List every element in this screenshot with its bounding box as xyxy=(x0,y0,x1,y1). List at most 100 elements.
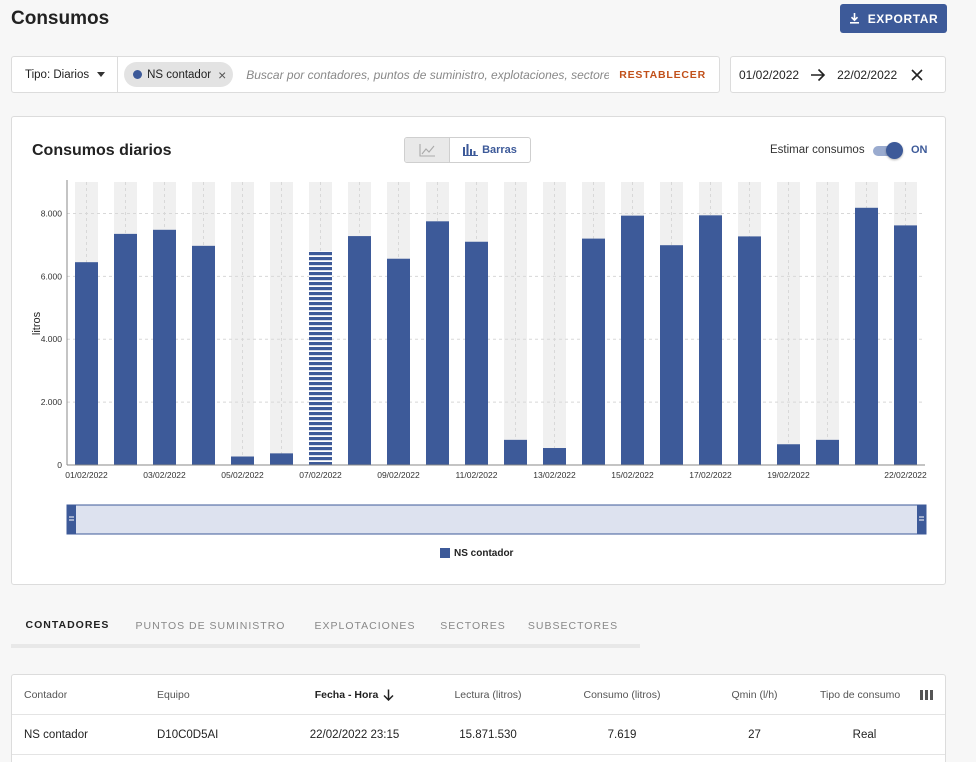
legend-swatch xyxy=(440,548,450,558)
header-fecha-hora-label: Fecha - Hora xyxy=(314,688,379,701)
cell-qmin: 27 xyxy=(748,728,761,741)
bar[interactable] xyxy=(153,229,176,465)
reset-button[interactable]: RESTABLECER xyxy=(609,69,719,81)
arrow-down-icon xyxy=(383,689,394,701)
columns-icon[interactable] xyxy=(920,690,933,700)
arrow-right-icon xyxy=(811,68,826,81)
x-tick-label: 01/02/2022 xyxy=(65,470,108,480)
search-input[interactable] xyxy=(246,67,610,82)
bar[interactable] xyxy=(231,456,254,465)
chart-card: 0 2.000 4.000 6.000 8.000 01/02/2022 03/02/202… xyxy=(11,116,946,585)
line-view-button[interactable] xyxy=(405,138,450,162)
x-tick-label: 07/02/2022 xyxy=(299,470,342,480)
x-tick-label: 13/02/2022 xyxy=(533,470,576,480)
x-tick-label: 11/02/2022 xyxy=(456,470,498,480)
bar[interactable] xyxy=(387,258,410,465)
filter-chip[interactable]: NS contador × xyxy=(124,62,234,87)
cell-fecha-hora: 22/02/2022 23:15 xyxy=(309,728,400,741)
tab-puntos-de-suministro[interactable]: PUNTOS DE SUMINISTRO xyxy=(124,606,297,646)
bar[interactable] xyxy=(894,225,917,465)
bar[interactable] xyxy=(426,221,449,465)
toggle-knob xyxy=(886,142,903,159)
estimate-toggle[interactable] xyxy=(873,142,903,159)
tab-contadores[interactable]: CONTADORES xyxy=(11,606,124,646)
tab-subsectores[interactable]: SUBSECTORES xyxy=(513,606,633,646)
x-tick-label: 22/02/2022 xyxy=(884,470,927,480)
clear-dates-icon[interactable] xyxy=(911,68,923,81)
page: Consumos EXPORTAR Tipo: Diarios NS conta… xyxy=(0,0,976,762)
bar[interactable] xyxy=(114,233,137,465)
export-button[interactable]: EXPORTAR xyxy=(840,4,947,33)
series-dot-icon xyxy=(133,70,143,79)
y-tick-label: 8.000 xyxy=(41,208,63,218)
data-table: Contador Equipo Fecha - Hora Lectura (li… xyxy=(11,674,946,762)
bar[interactable] xyxy=(504,439,527,465)
filter-bar: Tipo: Diarios NS contador × RESTABLECER xyxy=(11,56,720,93)
bar[interactable] xyxy=(738,236,761,465)
x-tick-label: 03/02/2022 xyxy=(143,470,186,480)
caret-down-icon xyxy=(97,72,106,77)
bar[interactable] xyxy=(660,245,683,465)
type-select[interactable]: Tipo: Diarios xyxy=(12,57,119,92)
date-range: 01/02/2022 22/02/2022 xyxy=(730,56,946,93)
bar-chart-icon xyxy=(463,144,479,156)
bar[interactable] xyxy=(582,238,605,465)
type-select-label: Tipo: Diarios xyxy=(25,68,90,81)
y-axis-label: litros xyxy=(31,311,43,335)
bars-view-label: Barras xyxy=(482,144,517,156)
filter-chip-label: NS contador xyxy=(147,68,212,81)
bar[interactable] xyxy=(465,241,488,465)
header-lectura[interactable]: Lectura (litros) xyxy=(432,689,544,701)
header-consumo[interactable]: Consumo (litros) xyxy=(567,689,677,701)
estimate-state: ON xyxy=(911,144,928,156)
y-tick-label: 2.000 xyxy=(41,397,63,407)
bar[interactable] xyxy=(75,262,98,465)
close-icon[interactable]: × xyxy=(218,68,226,82)
bar[interactable] xyxy=(816,439,839,465)
bar[interactable] xyxy=(777,444,800,465)
y-tick-label: 6.000 xyxy=(41,271,63,281)
bars-view-button[interactable]: Barras xyxy=(450,138,530,162)
cell-tipo-consumo: Real xyxy=(852,728,877,741)
table-header: Contador Equipo Fecha - Hora Lectura (li… xyxy=(12,675,945,715)
estimate-label: Estimar consumos xyxy=(770,144,865,156)
cell-lectura: 15.871.530 xyxy=(459,728,517,741)
legend-label[interactable]: NS contador xyxy=(454,548,514,559)
download-icon xyxy=(849,13,859,24)
tab-sectores[interactable]: SECTORES xyxy=(433,606,513,646)
cell-contador: NS contador xyxy=(24,728,88,741)
header-fecha-hora[interactable]: Fecha - Hora xyxy=(292,689,417,701)
table-row[interactable]: NS contador D10C0D5AI 22/02/2022 23:15 1… xyxy=(12,715,945,755)
bar[interactable] xyxy=(270,453,293,465)
x-tick-label: 15/02/2022 xyxy=(611,470,654,480)
bar[interactable] xyxy=(855,207,878,465)
cell-equipo: D10C0D5AI xyxy=(157,728,219,741)
bar[interactable] xyxy=(621,215,644,465)
bar[interactable] xyxy=(192,245,215,465)
date-to[interactable]: 22/02/2022 xyxy=(837,68,897,82)
tab-explotaciones[interactable]: EXPLOTACIONES xyxy=(297,606,433,646)
header-tipo-consumo[interactable]: Tipo de consumo xyxy=(820,689,908,701)
x-tick-label: 19/02/2022 xyxy=(767,470,810,480)
chart-view-toggle: Barras xyxy=(404,137,531,163)
header-equipo[interactable]: Equipo xyxy=(157,689,190,701)
bar[interactable] xyxy=(699,215,722,465)
y-tick-label: 0 xyxy=(57,460,62,470)
range-navigator[interactable] xyxy=(66,504,927,535)
chart: 0 2.000 4.000 6.000 8.000 01/02/2022 03/02/202… xyxy=(31,180,927,559)
header-qmin[interactable]: Qmin (l/h) xyxy=(702,689,807,701)
page-title: Consumos xyxy=(11,8,110,29)
date-from[interactable]: 01/02/2022 xyxy=(739,68,799,82)
line-chart-icon xyxy=(418,143,435,157)
y-tick-label: 4.000 xyxy=(41,334,63,344)
export-button-label: EXPORTAR xyxy=(867,11,939,26)
header-contador[interactable]: Contador xyxy=(24,689,67,701)
tabs-scrollbar[interactable] xyxy=(11,644,640,648)
x-tick-label: 05/02/2022 xyxy=(221,470,264,480)
bar[interactable] xyxy=(309,251,332,465)
chart-title: Consumos diarios xyxy=(32,142,172,159)
x-tick-label: 17/02/2022 xyxy=(689,470,732,480)
bar[interactable] xyxy=(543,448,566,465)
cell-consumo: 7.619 xyxy=(607,728,637,741)
bar[interactable] xyxy=(348,236,371,465)
